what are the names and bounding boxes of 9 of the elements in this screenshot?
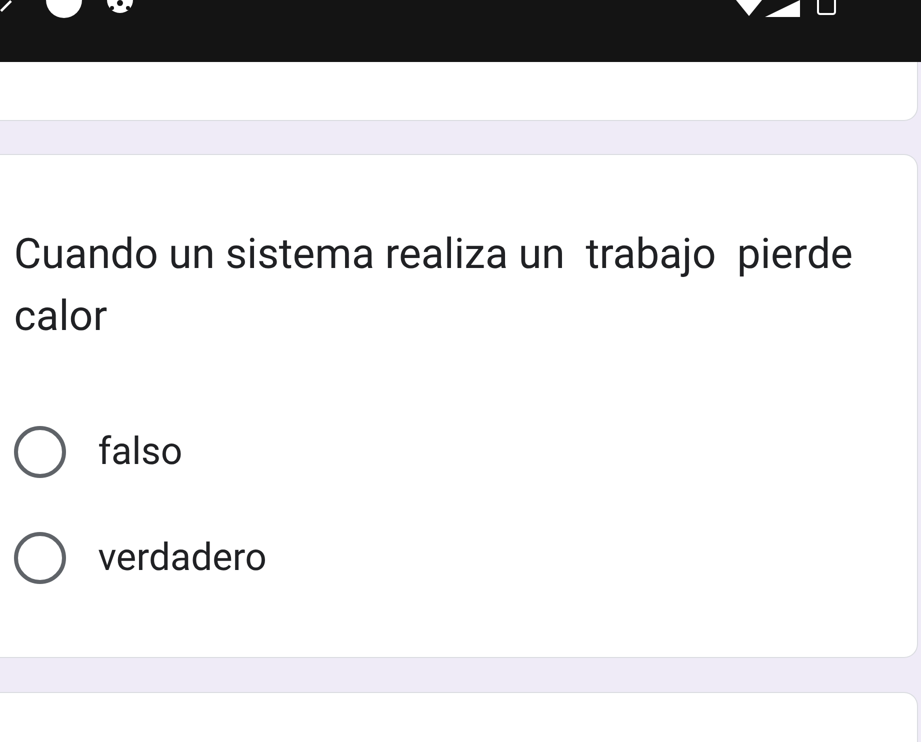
option-label[interactable]: verdadero bbox=[98, 536, 267, 580]
option-label[interactable]: falso bbox=[98, 430, 182, 474]
slash-icon bbox=[0, 0, 12, 12]
battery-icon bbox=[816, 0, 838, 16]
radio-button[interactable] bbox=[14, 426, 66, 478]
question-title: Cuando un sistema realiza un trabajo pierde calor bbox=[14, 229, 854, 343]
radio-button[interactable] bbox=[14, 532, 66, 584]
signal-icon bbox=[765, 0, 801, 18]
wifi-icon bbox=[734, 0, 764, 18]
